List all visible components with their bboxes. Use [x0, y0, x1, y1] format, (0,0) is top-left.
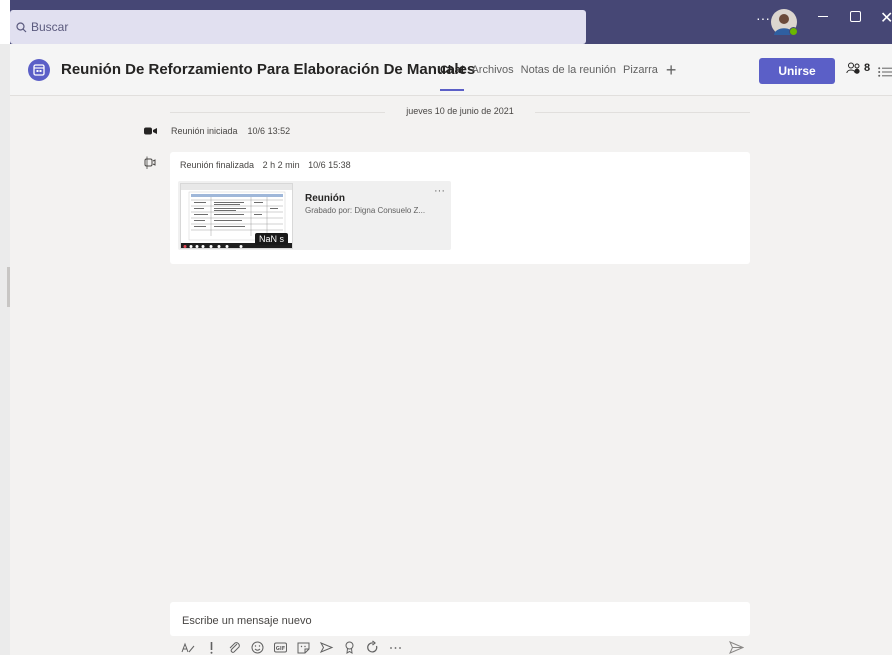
- meeting-title: Reunión De Reforzamiento Para Elaboració…: [61, 61, 476, 78]
- meeting-details-list-icon[interactable]: [878, 64, 892, 82]
- calendar-icon: [28, 59, 50, 81]
- important-icon[interactable]: [203, 640, 220, 655]
- meeting-started-event: Reunión iniciada 10/6 13:52: [144, 125, 290, 137]
- tab-whiteboard[interactable]: Pizarra: [623, 64, 658, 76]
- sticker-icon[interactable]: [295, 640, 312, 655]
- praise-icon[interactable]: [341, 640, 358, 655]
- profile-avatar[interactable]: [771, 9, 799, 37]
- emoji-icon[interactable]: [249, 640, 266, 655]
- date-divider: jueves 10 de junio de 2021: [170, 104, 750, 118]
- join-button[interactable]: Unirse: [759, 58, 835, 84]
- participants-button[interactable]: 8: [846, 62, 870, 74]
- compose-placeholder: Escribe un mensaje nuevo: [182, 615, 312, 627]
- meeting-ended-card: Reunión finalizada 2 h 2 min 10/6 15:38: [170, 152, 750, 264]
- meeting-ended-icon-row: [144, 156, 156, 170]
- search-input[interactable]: Buscar: [10, 10, 586, 44]
- event-text: Reunión iniciada: [171, 126, 238, 136]
- event-text: Reunión finalizada: [180, 160, 255, 170]
- message-compose-box[interactable]: Escribe un mensaje nuevo: [170, 602, 750, 636]
- title-bar-edge: [0, 0, 10, 44]
- tab-files[interactable]: Archivos: [471, 64, 513, 76]
- search-icon: [16, 21, 27, 32]
- presence-status-icon: [789, 27, 798, 36]
- recording-card[interactable]: NaN s Reunión Grabado por: Digna Consuel…: [178, 181, 451, 250]
- call-ended-icon: [144, 156, 156, 169]
- compose-toolbar: GIF: [180, 640, 404, 655]
- event-time: 10/6 15:38: [308, 160, 351, 170]
- meeting-ended-summary: Reunión finalizada 2 h 2 min 10/6 15:38: [180, 160, 357, 170]
- loop-icon[interactable]: [364, 640, 381, 655]
- video-camera-icon: [144, 127, 157, 135]
- maximize-button[interactable]: [850, 11, 861, 22]
- meeting-duration: 2 h 2 min: [262, 160, 300, 170]
- recording-duration-badge: NaN s: [255, 233, 289, 245]
- recording-thumbnail[interactable]: NaN s: [180, 183, 293, 249]
- app-bar: [0, 44, 10, 655]
- svg-text:GIF: GIF: [276, 646, 285, 652]
- attach-icon[interactable]: [226, 640, 243, 655]
- add-tab-icon[interactable]: +: [666, 61, 677, 79]
- recording-more-button[interactable]: ···: [434, 185, 445, 197]
- tab-meeting-notes[interactable]: Notas de la reunión: [521, 64, 616, 76]
- minimize-button[interactable]: [818, 16, 828, 17]
- people-icon: [846, 62, 860, 74]
- more-icon[interactable]: [387, 640, 404, 655]
- settings-more-button[interactable]: ···: [756, 10, 770, 34]
- event-time: 10/6 13:52: [247, 126, 291, 136]
- app-bar-scrollbar[interactable]: [7, 267, 10, 307]
- close-button[interactable]: ✕: [880, 8, 892, 28]
- meeting-tabs: Chat Archivos Notas de la reunión Pizarr…: [440, 61, 677, 91]
- send-icon[interactable]: [729, 641, 744, 654]
- meet-now-icon[interactable]: [318, 640, 335, 655]
- meeting-header: Reunión De Reforzamiento Para Elaboració…: [10, 44, 892, 96]
- divider-line-right: [535, 112, 750, 113]
- gif-icon[interactable]: GIF: [272, 640, 289, 655]
- date-divider-text: jueves 10 de junio de 2021: [406, 106, 514, 116]
- participant-count: 8: [864, 62, 871, 74]
- title-bar: Buscar ··· ✕: [0, 0, 892, 44]
- tab-chat[interactable]: Chat: [440, 64, 465, 91]
- search-placeholder: Buscar: [31, 20, 69, 34]
- recording-title[interactable]: Reunión: [305, 193, 345, 204]
- recording-author: Grabado por: Digna Consuelo Z...: [305, 206, 426, 215]
- format-icon[interactable]: [180, 640, 197, 655]
